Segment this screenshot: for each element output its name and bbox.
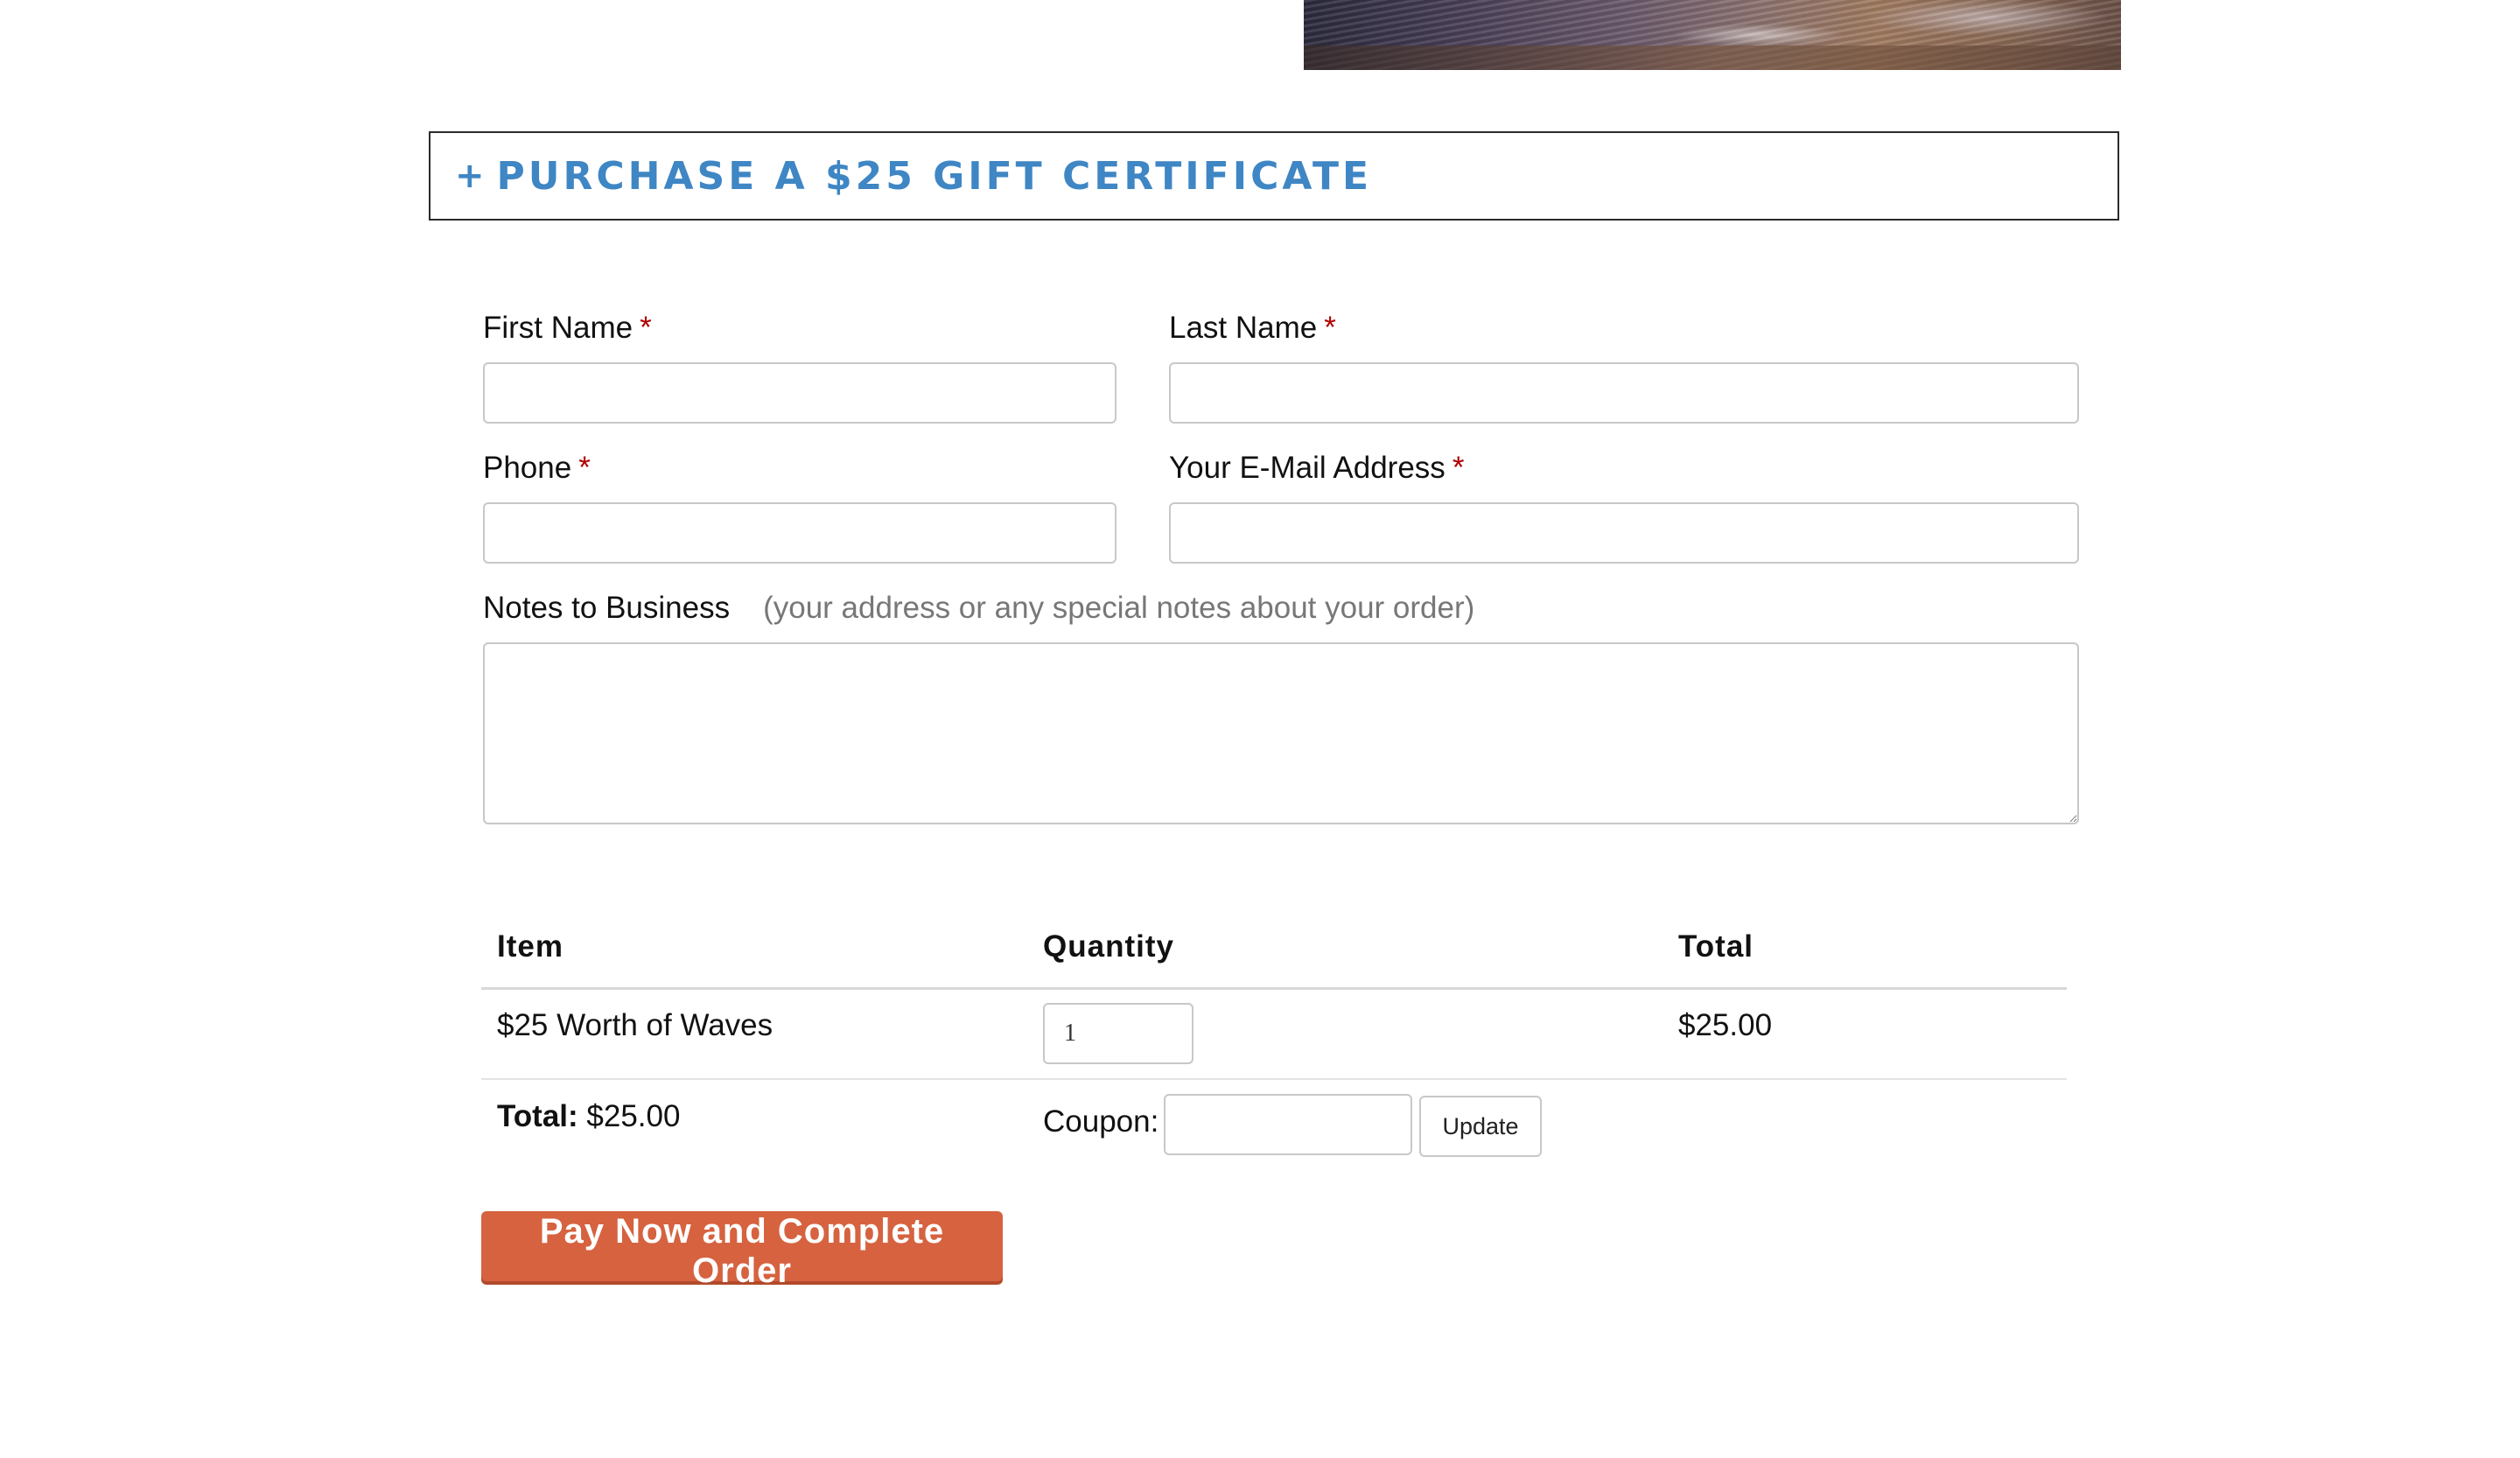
order-total-label: Total: xyxy=(497,1099,578,1133)
accordion-title: PURCHASE A $25 GIFT CERTIFICATE xyxy=(496,153,1373,199)
coupon-label: Coupon: xyxy=(1043,1104,1159,1139)
update-button[interactable]: Update xyxy=(1419,1096,1542,1157)
email-input[interactable] xyxy=(1169,502,2079,564)
first-name-label-text: First Name xyxy=(483,311,634,345)
plus-icon: + xyxy=(455,156,485,196)
notes-label-text: Notes to Business xyxy=(483,591,731,625)
notes-label: Notes to Business (your address or any sp… xyxy=(483,591,1474,626)
required-asterisk: * xyxy=(640,311,652,345)
last-name-label: Last Name * xyxy=(1169,311,1336,346)
table-row-divider xyxy=(481,1078,2067,1080)
notes-textarea[interactable] xyxy=(483,642,2079,824)
first-name-input[interactable] xyxy=(483,362,1116,424)
email-label-text: Your E-Mail Address xyxy=(1169,451,1446,485)
coupon-input[interactable] xyxy=(1164,1094,1412,1155)
item-total-cell: $25.00 xyxy=(1678,1008,1773,1042)
total-column-header: Total xyxy=(1678,929,1754,964)
gift-certificate-page: + PURCHASE A $25 GIFT CERTIFICATE First … xyxy=(0,0,2520,1458)
first-name-label: First Name * xyxy=(483,311,652,346)
gift-certificate-accordion-header[interactable]: + PURCHASE A $25 GIFT CERTIFICATE xyxy=(429,131,2119,221)
phone-input[interactable] xyxy=(483,502,1116,564)
table-header-divider xyxy=(481,987,2067,990)
phone-label: Phone * xyxy=(483,451,591,486)
pay-now-button[interactable]: Pay Now and Complete Order xyxy=(481,1211,1003,1290)
quantity-column-header: Quantity xyxy=(1043,929,1174,964)
order-total-summary: Total: $25.00 xyxy=(497,1099,680,1134)
item-column-header: Item xyxy=(497,929,564,964)
item-name-cell: $25 Worth of Waves xyxy=(497,1008,774,1042)
required-asterisk: * xyxy=(1452,451,1465,485)
notes-hint: (your address or any special notes about… xyxy=(763,591,1475,625)
phone-label-text: Phone xyxy=(483,451,572,485)
last-name-label-text: Last Name xyxy=(1169,311,1318,345)
order-total-value: $25.00 xyxy=(586,1099,681,1133)
beach-wave-image xyxy=(1304,0,2121,70)
quantity-input[interactable] xyxy=(1043,1003,1194,1064)
last-name-input[interactable] xyxy=(1169,362,2079,424)
required-asterisk: * xyxy=(1324,311,1336,345)
email-label: Your E-Mail Address * xyxy=(1169,451,1464,486)
required-asterisk: * xyxy=(578,451,591,485)
